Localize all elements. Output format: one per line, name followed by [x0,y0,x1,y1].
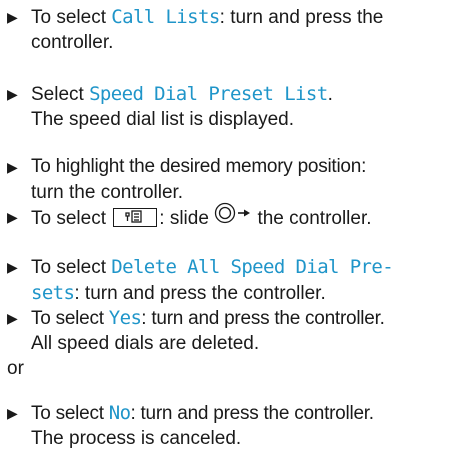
step-line: The speed dial list is displayed. [7,107,459,133]
step-line: ▶ To highlight the desired memory positio… [7,154,459,180]
instruction-page: ▶ To select Call Lists: turn and press th… [0,0,462,453]
step-text: controller. [31,32,114,53]
step-line: ▶ To select Yes: turn and press the contr… [7,305,459,331]
step-text: : turn and press the controller. [74,283,326,304]
bullet-arrow-icon: ▶ [7,405,18,421]
step-line: controller. [7,30,459,56]
result-text: All speed dials are deleted. [31,333,260,354]
step-text: Select [31,84,90,105]
result-text: The process is canceled. [31,428,242,449]
or-separator: or [7,358,24,379]
step-line: ▶ Select Speed Dial Preset List. [7,81,459,107]
step-line: ▶ To select No: turn and press the contro… [7,400,459,426]
step-text: : turn and press the controller. [141,308,385,329]
bullet-arrow-icon: ▶ [7,259,18,275]
phonebook-softkey-icon [113,207,158,227]
display-term: Call Lists [111,6,220,28]
display-term: Speed Dial Preset List [89,83,328,105]
bullet-arrow-icon: ▶ [7,159,18,175]
step-select-yes: ▶ To select Yes: turn and press the contr… [7,305,459,357]
step-line: ▶ To select Delete All Speed Dial Pre- [7,254,459,280]
step-text: turn the controller. [31,182,184,203]
display-term: Yes [108,307,142,329]
step-text: : slide [159,208,215,230]
step-line: ▶ To select : slide the controller. [7,202,459,232]
step-select-speed-dial-preset-list: ▶ Select Speed Dial Preset List. The spee… [7,81,459,133]
step-text: : turn and press the controller. [130,403,374,424]
step-highlight-memory-position: ▶ To highlight the desired memory positio… [7,154,459,206]
controller-slide-right-icon [214,202,252,232]
bullet-arrow-icon: ▶ [7,86,18,102]
bullet-arrow-icon: ▶ [7,310,18,326]
step-text: : turn and press the [219,7,384,28]
step-line: sets: turn and press the controller. [7,280,459,306]
step-line: The process is canceled. [7,426,459,452]
step-text: To select [31,403,109,424]
step-text: . [327,84,333,105]
step-select-call-lists: ▶ To select Call Lists: turn and press th… [7,4,459,56]
display-term: No [108,402,131,424]
step-text: the controller. [252,208,372,230]
step-line: ▶ To select Call Lists: turn and press th… [7,4,459,30]
result-text: The speed dial list is displayed. [31,109,294,130]
step-select-no: ▶ To select No: turn and press the contro… [7,400,459,452]
bullet-arrow-icon: ▶ [7,9,18,25]
step-text: To select [31,7,112,28]
step-text: To select [31,308,109,329]
step-text: To select [31,208,112,230]
step-text: To highlight the desired memory position… [31,156,367,177]
display-term: Delete All Speed Dial Pre- [111,256,394,278]
step-line: All speed dials are deleted. [7,331,459,357]
step-text: To select [31,257,112,278]
step-select-softkey: ▶ To select : slide the controller. [7,202,459,232]
step-select-delete-all: ▶ To select Delete All Speed Dial Pre- se… [7,254,459,306]
display-term: sets [31,282,75,304]
bullet-arrow-icon: ▶ [7,209,18,225]
